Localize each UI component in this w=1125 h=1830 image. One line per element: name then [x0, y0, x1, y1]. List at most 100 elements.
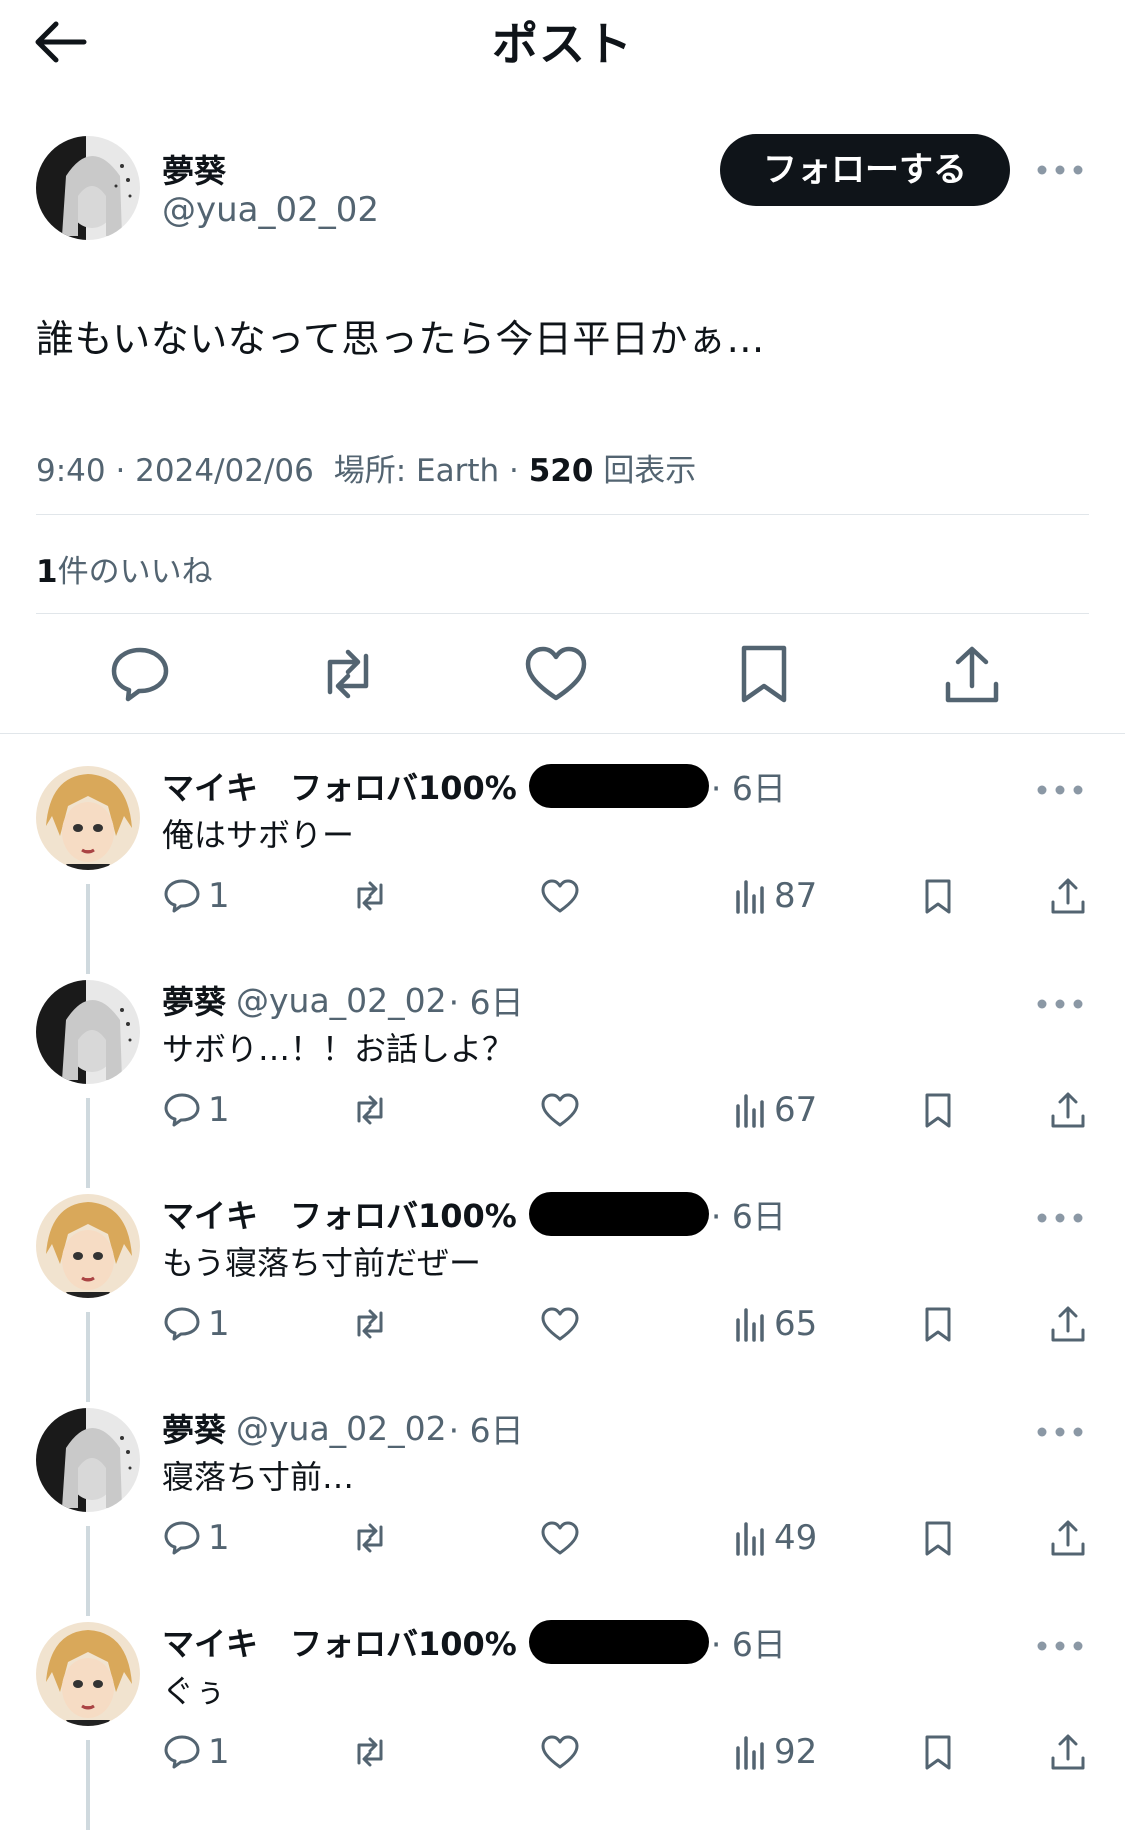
share-icon[interactable]	[1048, 1302, 1094, 1346]
author-avatar[interactable]	[36, 136, 140, 240]
reply-text: 寝落ち寸前…	[162, 1458, 355, 1496]
retweet-icon[interactable]	[350, 1088, 396, 1132]
bookmark-icon[interactable]	[918, 874, 964, 918]
views-icon[interactable]: 87	[734, 874, 817, 918]
post-place[interactable]: 場所: Earth	[334, 453, 499, 489]
more-icon[interactable]	[1036, 780, 1084, 800]
reply-count: 1	[208, 1732, 230, 1772]
like-icon[interactable]	[540, 1088, 586, 1132]
reply-header: マイキ フォロバ100% · 6日	[162, 1190, 786, 1238]
views-icon[interactable]: 92	[734, 1730, 817, 1774]
reply-time[interactable]: · 6日	[711, 1190, 786, 1238]
reply-header: マイキ フォロバ100% · 6日	[162, 1618, 786, 1666]
reply-avatar[interactable]	[36, 1408, 140, 1512]
reply-icon[interactable]: 1	[162, 1516, 230, 1560]
follow-button[interactable]: フォローする	[720, 134, 1010, 206]
reply-header: マイキ フォロバ100% · 6日	[162, 762, 786, 810]
views-icon[interactable]: 65	[734, 1302, 817, 1346]
redacted-handle	[528, 1620, 709, 1664]
share-icon[interactable]	[1048, 1516, 1094, 1560]
reply-item[interactable]: 夢葵 @yua_02_02 · 6日 寝落ち寸前… 1 49	[0, 1376, 1125, 1616]
reply-count: 1	[208, 1090, 230, 1130]
likes-count: 1	[36, 554, 58, 590]
divider	[36, 514, 1089, 515]
views-count: 65	[774, 1304, 818, 1344]
retweet-icon[interactable]	[350, 874, 396, 918]
like-icon[interactable]	[540, 1730, 586, 1774]
reply-time[interactable]: · 6日	[711, 1618, 786, 1666]
more-icon[interactable]	[1036, 1208, 1084, 1228]
like-icon[interactable]	[540, 1516, 586, 1560]
bookmark-icon[interactable]	[918, 1516, 964, 1560]
reply-icon[interactable]: 1	[162, 1302, 230, 1346]
reply-count: 1	[208, 1518, 230, 1558]
reply-header: 夢葵 @yua_02_02 · 6日	[162, 976, 524, 1024]
retweet-icon[interactable]	[350, 1730, 396, 1774]
reply-icon[interactable]: 1	[162, 1088, 230, 1132]
reply-avatar[interactable]	[36, 766, 140, 870]
like-icon[interactable]	[540, 874, 586, 918]
reply-handle[interactable]: @yua_02_02	[236, 1409, 447, 1448]
more-icon[interactable]	[1036, 160, 1084, 180]
reply-author-name[interactable]: マイキ フォロバ100%	[162, 1191, 517, 1237]
author-name[interactable]: 夢葵	[162, 146, 226, 192]
reply-author-name[interactable]: マイキ フォロバ100%	[162, 1619, 517, 1665]
views-icon[interactable]: 49	[734, 1516, 817, 1560]
reply-count: 1	[208, 876, 230, 916]
reply-text: ぐぅ	[162, 1672, 227, 1710]
reply-item[interactable]: マイキ フォロバ100% · 6日 ぐぅ 1 92	[0, 1590, 1125, 1830]
share-icon[interactable]	[1048, 874, 1094, 918]
bookmark-icon[interactable]	[918, 1088, 964, 1132]
reply-item[interactable]: マイキ フォロバ100% · 6日 俺はサボりー 1 87	[0, 734, 1125, 974]
views-count: 49	[774, 1518, 818, 1558]
reply-author-name[interactable]: 夢葵	[162, 1405, 226, 1451]
reply-time[interactable]: · 6日	[449, 976, 524, 1024]
reply-item[interactable]: マイキ フォロバ100% · 6日 もう寝落ち寸前だぜー 1 65	[0, 1162, 1125, 1402]
likes-summary[interactable]: 1件のいいね	[36, 546, 213, 591]
author-handle[interactable]: @yua_02_02	[162, 190, 379, 230]
post-meta: 9:40 · 2024/02/06 場所: Earth · 520 回表示	[36, 453, 697, 489]
reply-text: 俺はサボりー	[162, 816, 355, 854]
reply-avatar[interactable]	[36, 980, 140, 1084]
reply-icon[interactable]	[106, 644, 174, 704]
bookmark-icon[interactable]	[918, 1302, 964, 1346]
reply-author-name[interactable]: 夢葵	[162, 977, 226, 1023]
views-count: 87	[774, 876, 818, 916]
reply-icon[interactable]: 1	[162, 874, 230, 918]
reply-icon[interactable]: 1	[162, 1730, 230, 1774]
views-icon[interactable]: 67	[734, 1088, 817, 1132]
reply-handle[interactable]: @yua_02_02	[236, 981, 447, 1020]
share-icon[interactable]	[938, 644, 1006, 704]
more-icon[interactable]	[1036, 1636, 1084, 1656]
views-label: 回表示	[603, 453, 697, 489]
thread-line	[86, 1740, 90, 1830]
retweet-icon[interactable]	[314, 644, 382, 704]
views-count: 520	[528, 453, 594, 489]
bookmark-icon[interactable]	[730, 644, 798, 704]
reply-time[interactable]: · 6日	[711, 762, 786, 810]
like-icon[interactable]	[540, 1302, 586, 1346]
reply-count: 1	[208, 1304, 230, 1344]
reply-avatar[interactable]	[36, 1622, 140, 1726]
reply-text: もう寝落ち寸前だぜー	[162, 1244, 482, 1282]
reply-avatar[interactable]	[36, 1194, 140, 1298]
retweet-icon[interactable]	[350, 1302, 396, 1346]
retweet-icon[interactable]	[350, 1516, 396, 1560]
page-title: ポスト	[492, 17, 633, 71]
redacted-handle	[528, 764, 709, 808]
post-time: 9:40 · 2024/02/06	[36, 453, 314, 489]
more-icon[interactable]	[1036, 1422, 1084, 1442]
reply-item[interactable]: 夢葵 @yua_02_02 · 6日 サボり…！！お話しよ？ 1 67	[0, 948, 1125, 1188]
reply-author-name[interactable]: マイキ フォロバ100%	[162, 763, 517, 809]
like-icon[interactable]	[522, 644, 590, 704]
views-count: 67	[774, 1090, 818, 1130]
share-icon[interactable]	[1048, 1730, 1094, 1774]
views-count: 92	[774, 1732, 818, 1772]
bookmark-icon[interactable]	[918, 1730, 964, 1774]
more-icon[interactable]	[1036, 994, 1084, 1014]
reply-text: サボり…！！お話しよ？	[162, 1030, 515, 1068]
redacted-handle	[528, 1192, 709, 1236]
reply-time[interactable]: · 6日	[449, 1404, 524, 1452]
divider	[36, 613, 1089, 614]
share-icon[interactable]	[1048, 1088, 1094, 1132]
